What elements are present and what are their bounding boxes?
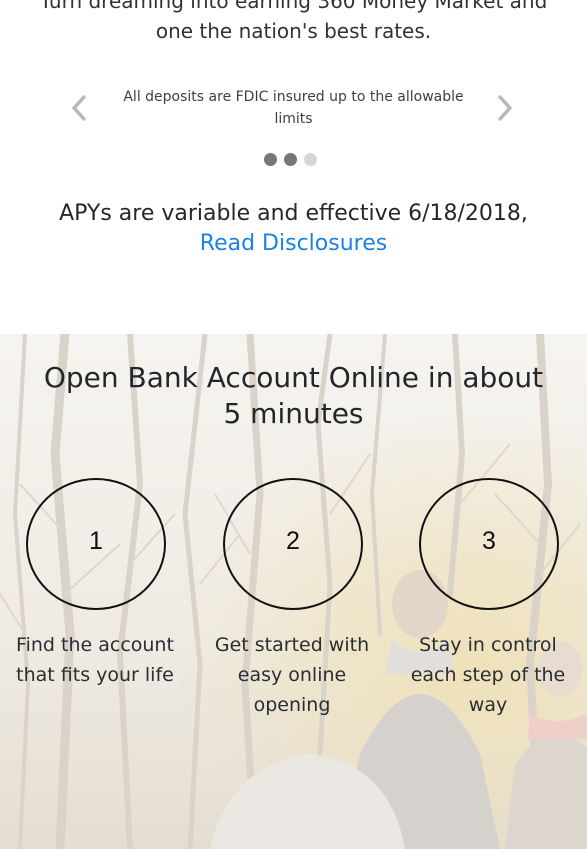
step-2-number: 2 <box>286 527 300 555</box>
chevron-right-icon <box>498 95 512 121</box>
chevron-left-icon <box>72 95 86 121</box>
step-3-circle: 3 <box>419 478 559 610</box>
step-1-description: Find the account that fits your life <box>16 634 174 686</box>
carousel-dot-3[interactable] <box>304 153 317 166</box>
open-account-hero: Open Bank Account Online in about 5 minu… <box>0 334 587 849</box>
carousel-headline: Turn dreaming into earning 360 Money Mar… <box>39 0 548 43</box>
apy-disclosure-text: APYs are variable and effective 6/18/201… <box>59 201 528 226</box>
apy-disclosure: APYs are variable and effective 6/18/201… <box>20 199 567 259</box>
step-3: 3 Stay in control each step of the way <box>398 478 578 720</box>
step-1: 1 Find the account that fits your life <box>5 478 185 690</box>
read-disclosures-link[interactable]: Read Disclosures <box>200 231 387 256</box>
step-2: 2 Get started with easy online opening <box>202 478 382 720</box>
step-2-description: Get started with easy online opening <box>214 634 370 716</box>
carousel-next-button[interactable] <box>493 93 517 123</box>
rates-carousel: Turn dreaming into earning 360 Money Mar… <box>0 0 587 334</box>
open-account-title: Open Bank Account Online in about 5 minu… <box>43 361 544 430</box>
step-3-number: 3 <box>482 527 496 555</box>
carousel-pagination <box>264 153 324 167</box>
carousel-prev-button[interactable] <box>67 93 91 123</box>
step-2-circle: 2 <box>223 478 363 610</box>
step-1-number: 1 <box>89 527 103 555</box>
carousel-caption: All deposits are FDIC insured up to the … <box>123 89 464 127</box>
step-3-description: Stay in control each step of the way <box>410 634 566 716</box>
carousel-dot-1[interactable] <box>264 153 277 166</box>
page: Turn dreaming into earning 360 Money Mar… <box>0 0 587 849</box>
carousel-dot-2[interactable] <box>284 153 297 166</box>
step-1-circle: 1 <box>26 478 166 610</box>
